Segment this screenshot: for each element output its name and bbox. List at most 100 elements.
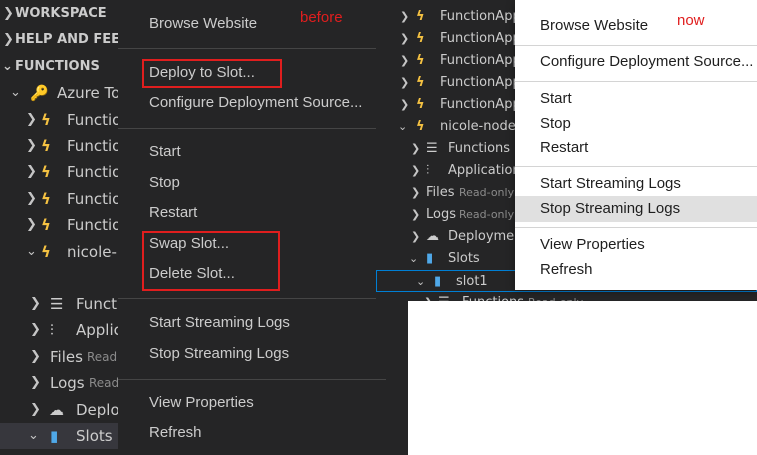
list-icon: ☰ — [50, 295, 64, 313]
highlight-box — [142, 59, 282, 88]
function-app-label: Functio — [67, 111, 122, 129]
chevron-right-icon: ❯ — [411, 186, 421, 199]
list-icon: ☰ — [426, 141, 438, 156]
chevron-right-icon: ❯ — [26, 217, 37, 232]
tree-label: Slots — [448, 251, 480, 266]
function-app-bolt-icon: ϟ — [416, 119, 425, 134]
list-icon: ☰ — [438, 292, 450, 301]
menu-item-stop-streaming-logs[interactable]: Stop Streaming Logs — [149, 341, 289, 367]
chevron-right-icon: ❯ — [30, 296, 41, 311]
menu-item-refresh[interactable]: Refresh — [149, 420, 202, 446]
menu-item-browse-website[interactable]: Browse Website — [149, 11, 257, 37]
function-app-label: Functio — [67, 163, 122, 181]
menu-item-browse-website[interactable]: Browse Website — [540, 13, 648, 39]
function-app-label: nicole-node1 — [440, 119, 524, 134]
section-label: WORKSPACE — [15, 6, 107, 21]
menu-item-configure-deployment-source[interactable]: Configure Deployment Source... — [149, 90, 362, 116]
settings-sliders-icon: ⫶ — [426, 163, 430, 178]
menu-item-refresh[interactable]: Refresh — [540, 257, 593, 283]
function-app-bolt-icon: ϟ — [416, 97, 425, 112]
before-tag: before — [300, 9, 343, 26]
read-only-tag: Read-only — [528, 292, 583, 301]
context-menu-now: Browse Website now Configure Deployment … — [515, 0, 757, 290]
function-app-bolt-icon: ϟ — [41, 190, 51, 208]
tree-label: Files — [426, 185, 455, 200]
section-label: FUNCTIONS — [15, 59, 100, 74]
menu-separator — [515, 45, 757, 46]
function-app-bolt-icon: ϟ — [41, 243, 51, 261]
function-app-bolt-icon: ϟ — [416, 31, 425, 46]
chevron-right-icon: ❯ — [3, 6, 14, 21]
function-app-label: FunctionApp — [440, 53, 521, 68]
chevron-right-icon: ❯ — [400, 98, 410, 111]
tree-label: Functions — [462, 292, 524, 301]
menu-item-view-properties[interactable]: View Properties — [149, 390, 254, 416]
chevron-right-icon: ❯ — [30, 322, 41, 337]
chevron-right-icon: ❯ — [30, 349, 41, 364]
menu-item-start-streaming-logs[interactable]: Start Streaming Logs — [540, 171, 681, 197]
function-app-bolt-icon: ϟ — [41, 137, 51, 155]
tree-label: Deplo — [76, 401, 120, 419]
menu-item-configure-deployment-source[interactable]: Configure Deployment Source... — [540, 49, 753, 75]
chevron-right-icon: ❯ — [411, 230, 421, 243]
function-app-bolt-icon: ϟ — [41, 111, 51, 129]
chevron-down-icon: ⌄ — [10, 85, 21, 100]
chevron-down-icon: ⌄ — [398, 120, 408, 133]
highlight-box — [142, 231, 280, 291]
menu-item-view-properties[interactable]: View Properties — [540, 232, 645, 258]
menu-item-start-streaming-logs[interactable]: Start Streaming Logs — [149, 310, 290, 336]
tree-label: Files — [50, 348, 83, 366]
tree-label: Logs — [50, 374, 85, 392]
menu-item-restart[interactable]: Restart — [149, 200, 197, 226]
menu-item-start[interactable]: Start — [149, 139, 181, 165]
menu-separator — [118, 379, 386, 380]
menu-item-stop[interactable]: Stop — [149, 170, 180, 196]
function-app-bolt-icon: ϟ — [416, 53, 425, 68]
chevron-right-icon: ❯ — [30, 402, 41, 417]
chevron-right-icon: ❯ — [26, 164, 37, 179]
menu-separator — [118, 298, 386, 299]
function-app-label: Functio — [67, 216, 122, 234]
chevron-right-icon: ❯ — [411, 164, 421, 177]
menu-item-stop-streaming-logs[interactable]: Stop Streaming Logs — [540, 196, 680, 222]
function-app-label: FunctionApp — [440, 31, 521, 46]
read-only-tag: Read — [89, 376, 120, 390]
settings-sliders-icon: ⫶ — [50, 321, 54, 339]
function-app-label: FunctionApp — [440, 9, 521, 24]
read-only-tag: Read-only — [459, 186, 515, 199]
chevron-right-icon: ❯ — [26, 191, 37, 206]
chevron-right-icon: ❯ — [424, 292, 433, 301]
chevron-right-icon: ❯ — [3, 32, 14, 47]
chevron-right-icon: ❯ — [26, 112, 37, 127]
function-app-label: FunctionApp — [440, 97, 521, 112]
menu-separator — [515, 81, 757, 82]
now-tag: now — [677, 12, 705, 29]
cloud-upload-icon: ☁ — [426, 229, 439, 244]
chevron-down-icon: ⌄ — [26, 244, 37, 259]
menu-item-stop[interactable]: Stop — [540, 111, 571, 137]
tree-label: Functions — [448, 141, 511, 156]
menu-separator — [118, 48, 386, 49]
chevron-right-icon: ❯ — [400, 32, 410, 45]
slots-chart-icon: ▮ — [426, 251, 434, 266]
chevron-right-icon: ❯ — [30, 375, 41, 390]
chevron-right-icon: ❯ — [400, 54, 410, 67]
menu-separator — [515, 166, 757, 167]
context-menu-before: Browse Website before Deploy to Slot... … — [118, 0, 386, 455]
menu-item-restart[interactable]: Restart — [540, 135, 588, 161]
function-app-label: Functio — [67, 137, 122, 155]
tree-label: Applic — [76, 321, 122, 339]
tree-item-slots[interactable]: ⌄ ▮ Slots — [0, 423, 118, 449]
menu-item-start[interactable]: Start — [540, 86, 572, 112]
function-app-bolt-icon: ϟ — [416, 75, 425, 90]
menu-separator — [118, 128, 386, 129]
tree-label: Application — [448, 163, 521, 178]
slot-label: slot1 — [456, 274, 488, 289]
function-app-bolt-icon: ϟ — [41, 163, 51, 181]
read-only-tag: Read-only — [459, 208, 515, 221]
chevron-right-icon: ❯ — [411, 142, 421, 155]
slot-chart-icon: ▮ — [434, 274, 442, 289]
tree-label: Deploymen — [448, 229, 523, 244]
function-app-bolt-icon: ϟ — [41, 216, 51, 234]
chevron-down-icon: ⌄ — [409, 252, 419, 265]
